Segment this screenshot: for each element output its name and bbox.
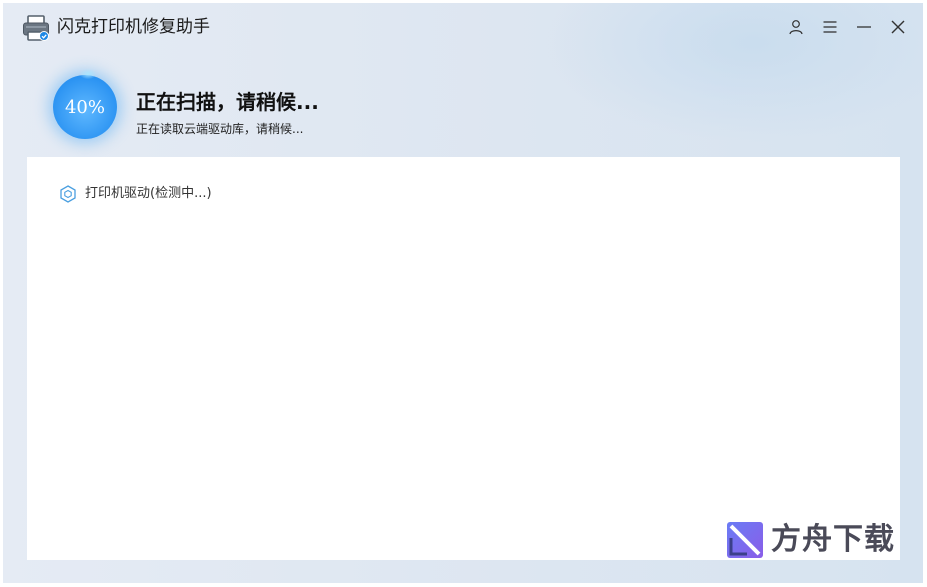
app-window: 闪克打印机修复助手 40% 正在扫描，请稍候... 正在读取云端驱动库，请稍候.…: [3, 3, 923, 583]
scan-title: 正在扫描，请稍候...: [136, 90, 319, 114]
list-item: 打印机驱动(检测中...): [59, 185, 212, 203]
progress-indicator: 40%: [53, 75, 117, 139]
watermark: 方舟下载: [725, 520, 895, 560]
printer-icon: [22, 14, 50, 42]
title-bar: 闪克打印机修复助手: [3, 3, 923, 49]
scan-results-panel: 打印机驱动(检测中...): [27, 157, 900, 560]
scan-subtitle: 正在读取云端驱动库，请稍候...: [136, 122, 304, 136]
watermark-logo-icon: [725, 520, 765, 560]
hexagon-icon: [59, 185, 77, 203]
progress-spark: [80, 69, 96, 79]
user-icon[interactable]: [784, 15, 808, 39]
close-icon[interactable]: [886, 15, 910, 39]
menu-icon[interactable]: [818, 15, 842, 39]
minimize-icon[interactable]: [852, 15, 876, 39]
watermark-text: 方舟下载: [771, 522, 895, 557]
progress-percent: 40%: [64, 96, 105, 118]
app-title: 闪克打印机修复助手: [57, 17, 210, 37]
item-label: 打印机驱动(检测中...): [85, 186, 212, 201]
